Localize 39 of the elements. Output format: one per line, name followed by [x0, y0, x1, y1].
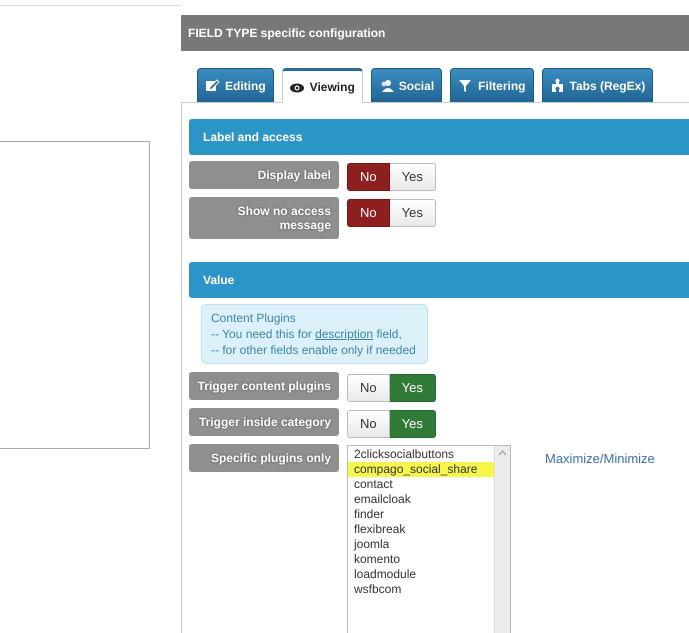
toggle-option[interactable]: Yes	[390, 410, 436, 438]
tab[interactable]: Editing	[197, 68, 274, 102]
tab[interactable]: Tabs (RegEx)	[542, 68, 654, 102]
list-option[interactable]: finder	[354, 507, 488, 522]
toggle-option[interactable]: Yes	[390, 199, 436, 227]
users-icon	[378, 78, 394, 93]
toggle-option[interactable]: No	[347, 374, 390, 402]
puzzle-icon	[550, 78, 564, 93]
filter-icon	[458, 78, 474, 93]
toggle-option[interactable]: Yes	[390, 163, 436, 191]
field-label: Show no access message	[189, 197, 339, 239]
tab[interactable]: Social	[370, 68, 442, 102]
plugin-listbox[interactable]: 2clicksocialbuttons compago_social_share contact emailcloak finder flexibreak joomla komento loadmodule wsfbcom	[347, 445, 511, 633]
info-note: Content Plugins -- You need this for description field, -- for other fields enable only if needed	[201, 304, 428, 364]
list-option[interactable]: contact	[354, 477, 488, 492]
list-option[interactable]: wsfbcom	[354, 582, 488, 597]
maximize-link[interactable]: Maximize/Minimize	[545, 449, 655, 468]
scroll-up-icon[interactable]	[498, 450, 507, 456]
list-option[interactable]: loadmodule	[354, 567, 488, 582]
list-option[interactable]: 2clicksocialbuttons	[354, 447, 488, 462]
list-option[interactable]: compago_social_share	[348, 462, 494, 477]
field-label: Trigger inside category	[189, 408, 339, 436]
toggle-option[interactable]: Yes	[390, 374, 436, 402]
edit-icon	[205, 78, 220, 93]
list-option[interactable]: komento	[354, 552, 488, 567]
section-header: Label and access	[189, 119, 689, 155]
toggle-option[interactable]: No	[347, 410, 390, 438]
list-option[interactable]: joomla	[354, 537, 488, 552]
field-label: Display label	[189, 161, 339, 189]
tab[interactable]: Viewing	[282, 68, 363, 103]
tab[interactable]: Filtering	[450, 68, 534, 102]
section-header: Value	[189, 262, 689, 298]
toggle-option[interactable]: No	[347, 199, 390, 227]
field-label: Trigger content plugins	[189, 372, 339, 400]
panel-header: FIELD TYPE specific configuration	[181, 15, 689, 51]
toggle-option[interactable]: No	[347, 163, 390, 191]
field-label: Specific plugins only	[189, 444, 339, 472]
list-option[interactable]: flexibreak	[354, 522, 488, 537]
list-option[interactable]: emailcloak	[354, 492, 488, 507]
